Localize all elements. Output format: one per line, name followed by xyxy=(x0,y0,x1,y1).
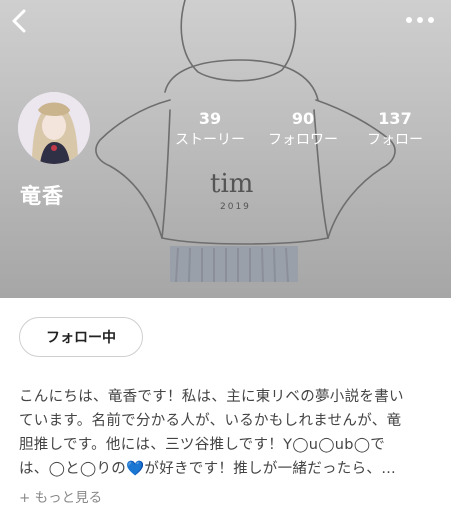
back-button[interactable] xyxy=(6,6,34,36)
stat-stories-count: 39 xyxy=(198,109,222,128)
profile-content: フォロー中 こんにちは、竜香です！私は、主に東リベの夢小説を書い ています。名前… xyxy=(0,298,451,512)
chevron-left-icon xyxy=(12,9,26,33)
profile-bio: こんにちは、竜香です！私は、主に東リベの夢小説を書い ています。名前で分かる人が… xyxy=(19,385,437,481)
stat-stories-label: ストーリー xyxy=(175,132,245,148)
cover-brand-text: tim xyxy=(210,169,253,199)
stat-following-count: 137 xyxy=(378,109,412,128)
bio-line: こんにちは、竜香です！私は、主に東リベの夢小説を書い xyxy=(19,389,404,405)
bio-line: ています。名前で分かる人が、いるかもしれませんが、竜 xyxy=(19,413,402,429)
avatar-image xyxy=(18,92,90,164)
more-options-button[interactable] xyxy=(405,14,435,26)
stat-stories[interactable]: 39 ストーリー xyxy=(165,109,255,151)
stat-followers[interactable]: 90 フォロワー xyxy=(258,109,348,151)
bio-line: 胆推しです。他には、三ツ谷推しです！Y◯u◯ub◯で xyxy=(19,437,386,453)
profile-header: tim 2019 竜香 39 ストーリー 90 フォロワー 137 フォロー xyxy=(0,0,451,298)
more-horizontal-icon xyxy=(406,17,434,23)
following-button[interactable]: フォロー中 xyxy=(19,317,143,357)
see-more-link[interactable]: + もっと見る xyxy=(19,486,102,506)
bio-line: は、◯と◯りの💙が好きです！推しが一緒だったら、… xyxy=(19,461,397,477)
stat-following-label: フォロー xyxy=(367,132,423,148)
stat-following[interactable]: 137 フォロー xyxy=(350,109,440,151)
stat-followers-label: フォロワー xyxy=(268,132,338,148)
avatar[interactable] xyxy=(18,92,90,164)
stat-followers-count: 90 xyxy=(291,109,315,128)
profile-username: 竜香 xyxy=(20,184,64,208)
cover-year-text: 2019 xyxy=(220,202,251,212)
